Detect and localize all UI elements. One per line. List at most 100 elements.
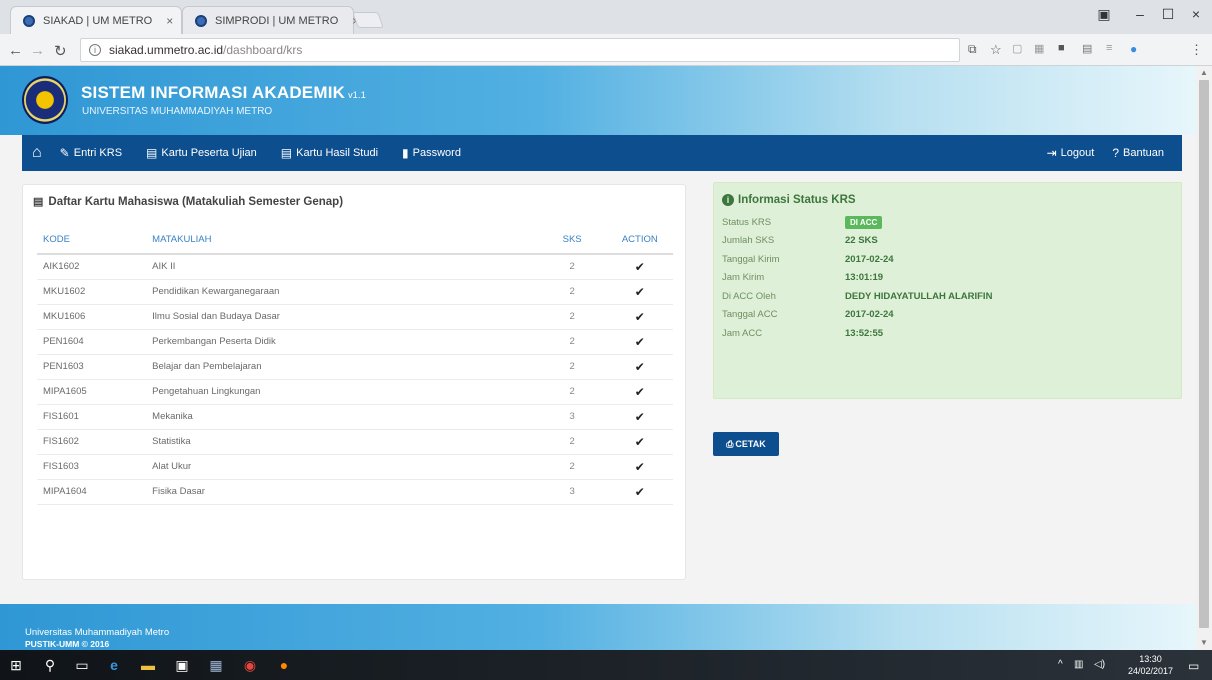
favicon-icon [23,15,35,27]
page-footer: Universitas Muhammadiyah Metro PUSTIK-UM… [0,604,1196,650]
cell-sks: 2 [537,354,607,380]
scroll-down-icon[interactable]: ▼ [1200,638,1208,647]
check-icon: ✔ [606,479,673,505]
extension-icon[interactable]: ■ [1058,42,1065,54]
store-icon[interactable]: ▣ [172,655,192,675]
task-view-icon[interactable]: ▭ [72,655,92,675]
status-panel-title: i Informasi Status KRS [722,194,856,206]
extension-icon[interactable]: ● [1130,42,1137,56]
status-value: 13:01:19 [845,272,884,283]
page-viewport: SISTEM INFORMASI AKADEMIK v1.1 UNIVERSITA… [0,66,1196,650]
cell-matakuliah: Perkembangan Peserta Didik [146,329,538,355]
nav-password[interactable]: ▮ Password [402,146,461,160]
status-value: DEDY HIDAYATULLAH ALARIFIN [845,290,993,302]
cell-matakuliah: Alat Ukur [146,454,538,480]
clock-time: 13:30 [1139,654,1162,664]
search-icon[interactable]: ⚲ [40,655,60,675]
firefox-icon[interactable]: ● [274,655,294,675]
table-row: FIS1603 Alat Ukur 2 ✔ [37,454,673,480]
url-host: siakad.ummetro.ac.id [109,43,224,57]
tray-chevron-icon[interactable]: ^ [1058,659,1063,670]
forward-icon[interactable]: → [30,42,45,59]
scrollbar-thumb[interactable] [1199,80,1209,628]
cell-kode: MKU1602 [37,279,147,305]
maximize-button[interactable]: ☐ [1154,6,1182,26]
windows-start-icon[interactable]: ⊞ [6,655,26,675]
print-button[interactable]: ⎙ CETAK [713,432,779,456]
page-scrollbar[interactable]: ▲ ▼ [1196,66,1212,650]
logout-icon: ⇥ [1046,146,1057,160]
cell-matakuliah: Statistika [146,429,538,455]
site-info-icon[interactable]: i [89,44,101,56]
app-icon[interactable]: ▦ [206,655,226,675]
home-icon[interactable]: ⌂ [32,144,42,162]
check-icon: ✔ [606,329,673,355]
app-title: SISTEM INFORMASI AKADEMIK v1.1 [81,83,366,103]
table-header-row: KODE MATAKULIAH SKS ACTION [37,225,673,255]
status-value: 22 SKS [845,235,878,246]
cell-kode: PEN1604 [37,329,147,355]
taskbar-clock[interactable]: 13:30 24/02/2017 [1128,653,1173,677]
address-bar[interactable]: i siakad.ummetro.ac.id/dashboard/krs [80,38,960,62]
browser-toolbar: ← → ↻ i siakad.ummetro.ac.id/dashboard/k… [0,34,1212,66]
extension-icon[interactable]: ▦ [1034,42,1044,55]
extension-icon[interactable]: ≡ [1106,42,1112,54]
extension-icon[interactable]: ▢ [1012,42,1022,55]
list-icon: ▤ [33,196,44,208]
new-tab-button[interactable] [352,12,384,28]
university-logo [22,76,68,124]
bookmark-star-icon[interactable]: ☆ [990,42,1002,58]
minimize-button[interactable]: – [1126,6,1154,26]
nav-bantuan[interactable]: ? Bantuan [1112,146,1164,160]
chrome-icon[interactable]: ◉ [240,655,260,675]
nav-kartu-hasil-studi[interactable]: ▤ Kartu Hasil Studi [281,146,378,160]
translate-icon[interactable]: ⧉ [968,42,977,57]
edge-browser-icon[interactable]: e [104,655,124,675]
reload-icon[interactable]: ↻ [54,42,67,60]
check-icon: ✔ [606,354,673,380]
col-action: ACTION [606,225,673,255]
back-icon[interactable]: ← [8,42,23,59]
nav-kartu-peserta-ujian[interactable]: ▤ Kartu Peserta Ujian [146,146,257,160]
col-kode: KODE [37,225,147,255]
status-row: Jam ACC 13:52:55 [722,324,883,342]
extension-icon[interactable]: ▤ [1082,42,1092,55]
cell-sks: 2 [537,429,607,455]
cell-sks: 3 [537,404,607,430]
cell-matakuliah: Pendidikan Kewarganegaraan [146,279,538,305]
browser-tab-siakad[interactable]: SIAKAD | UM METRO × [10,6,182,34]
status-panel: i Informasi Status KRS Status KRS DI ACC J… [713,182,1182,399]
browser-tab-simprodi[interactable]: SIMPRODI | UM METRO × [182,6,359,34]
close-window-button[interactable]: × [1182,6,1210,26]
network-icon[interactable]: ▥ [1074,659,1083,670]
krs-panel-title-text: Daftar Kartu Mahasiswa (Matakuliah Semes… [48,195,344,208]
cell-kode: MIPA1604 [37,479,147,505]
url-path: /dashboard/krs [223,43,303,57]
nav-entri-krs[interactable]: ✎ Entri KRS [60,146,122,160]
scroll-up-icon[interactable]: ▲ [1200,68,1208,77]
tab-title: SIMPRODI | UM METRO [215,14,339,27]
col-sks: SKS [537,225,607,255]
user-profile-icon[interactable]: ▣ [1090,6,1118,26]
info-icon: i [722,194,734,206]
table-row: FIS1602 Statistika 2 ✔ [37,429,673,455]
volume-icon[interactable]: ◁) [1094,659,1105,670]
cell-sks: 2 [537,379,607,405]
check-icon: ✔ [606,279,673,305]
file-explorer-icon[interactable]: ▬ [138,655,158,675]
table-row: PEN1603 Belajar dan Pembelajaran 2 ✔ [37,354,673,380]
tab-close-icon[interactable]: × [166,14,173,28]
check-icon: ✔ [606,429,673,455]
check-icon: ✔ [606,454,673,480]
status-badge: DI ACC [845,215,883,229]
app-subtitle: UNIVERSITAS MUHAMMADIYAH METRO [82,106,273,117]
status-label: Jam Kirim [722,272,765,283]
check-icon: ✔ [606,379,673,405]
status-row: Di ACC Oleh DEDY HIDAYATULLAH ALARIFIN [722,287,992,305]
app-header: SISTEM INFORMASI AKADEMIK v1.1 UNIVERSITA… [0,66,1196,135]
nav-logout[interactable]: ⇥ Logout [1047,146,1095,160]
menu-kebab-icon[interactable]: ⋮ [1190,42,1203,58]
notification-icon[interactable]: ▭ [1188,659,1199,673]
check-icon: ✔ [606,304,673,330]
status-value: 13:52:55 [845,327,884,339]
